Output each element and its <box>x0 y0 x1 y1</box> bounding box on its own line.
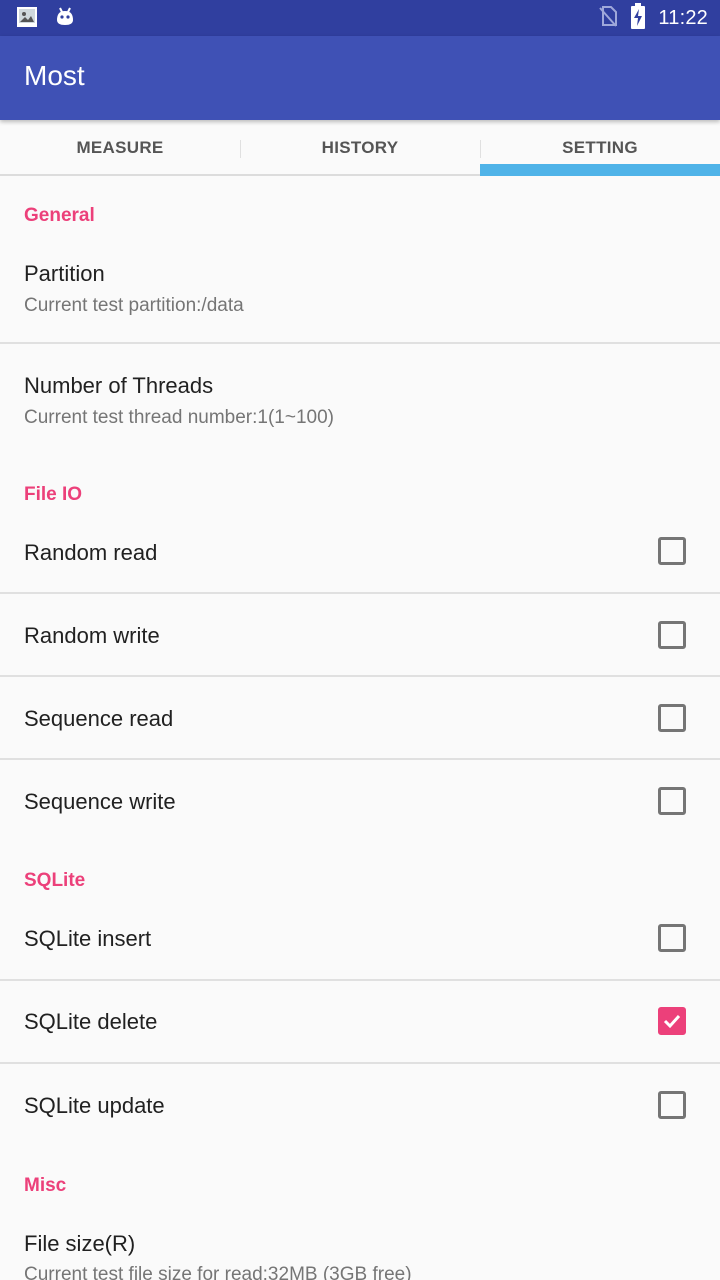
pref-random-read[interactable]: Random read <box>0 510 720 592</box>
section-header-file-io: File IO <box>24 484 83 505</box>
section-header-misc: Misc <box>24 1175 67 1196</box>
pref-title: File size(R) <box>24 1231 136 1256</box>
pref-random-write[interactable]: Random write <box>0 594 720 676</box>
section-header-general: General <box>24 205 95 226</box>
pref-sequence-read[interactable]: Sequence read <box>0 677 720 759</box>
checkmark-icon <box>663 1014 681 1029</box>
pref-title: SQLite update <box>24 1093 165 1118</box>
battery-charging-icon <box>630 2 646 34</box>
sqlite-insert-checkbox[interactable] <box>658 924 686 952</box>
sqlite-update-checkbox[interactable] <box>658 1091 686 1119</box>
sqlite-delete-checkbox[interactable] <box>658 1007 686 1035</box>
pref-title: Random write <box>24 623 160 648</box>
pref-partition[interactable]: Partition Current test partition:/data <box>0 238 720 342</box>
settings-list[interactable]: General Partition Current test partition… <box>0 178 720 1280</box>
tab-bar: MEASURE HISTORY SETTING <box>0 120 720 176</box>
tab-history[interactable]: HISTORY <box>240 120 480 176</box>
image-notification-icon <box>16 6 38 33</box>
android-notification-icon <box>54 6 76 33</box>
tab-selected-indicator <box>480 164 720 176</box>
pref-sqlite-update[interactable]: SQLite update <box>0 1064 720 1146</box>
app-title: Most <box>24 60 85 91</box>
pref-title: Sequence read <box>24 706 174 731</box>
status-bar: 11:22 <box>0 0 720 36</box>
sequence-write-checkbox[interactable] <box>658 787 686 815</box>
pref-summary: Current test file size for read:32MB (3G… <box>24 1264 412 1280</box>
random-write-checkbox[interactable] <box>658 621 686 649</box>
app-bar: Most <box>0 36 720 120</box>
section-header-sqlite: SQLite <box>24 870 86 891</box>
pref-sqlite-delete[interactable]: SQLite delete <box>0 981 720 1063</box>
pref-title: SQLite insert <box>24 926 152 951</box>
pref-summary: Current test thread number:1(1~100) <box>24 407 334 428</box>
pref-title: Sequence write <box>24 789 176 814</box>
pref-title: Number of Threads <box>24 373 214 398</box>
pref-number-of-threads[interactable]: Number of Threads Current test thread nu… <box>0 344 720 448</box>
pref-sqlite-insert[interactable]: SQLite insert <box>0 897 720 979</box>
pref-file-size-read[interactable]: File size(R) Current test file size for … <box>0 1208 720 1280</box>
pref-title: Partition <box>24 261 105 286</box>
pref-sequence-write[interactable]: Sequence write <box>0 760 720 842</box>
pref-summary: Current test partition:/data <box>24 295 244 316</box>
sequence-read-checkbox[interactable] <box>658 704 686 732</box>
random-read-checkbox[interactable] <box>658 537 686 565</box>
tab-measure[interactable]: MEASURE <box>0 120 240 176</box>
pref-title: Random read <box>24 540 158 565</box>
pref-title: SQLite delete <box>24 1009 158 1034</box>
no-sim-icon <box>598 5 618 32</box>
clock-time: 11:22 <box>658 6 708 29</box>
